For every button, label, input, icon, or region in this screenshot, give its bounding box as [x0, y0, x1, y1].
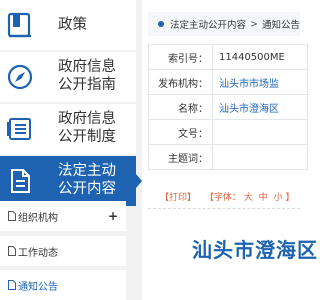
meta-value-publisher: 汕头市市场监 — [212, 69, 308, 95]
file-icon — [8, 246, 16, 256]
nav-item-guide[interactable]: 政府信息 公开指南 — [0, 52, 136, 102]
file-icon — [8, 280, 16, 290]
divider — [148, 208, 300, 209]
article-tools: 【打印】 【字体： 大 中 小 】 — [160, 190, 294, 203]
compass-icon — [3, 60, 37, 94]
table-row: 名称： 汕头市澄海区 — [148, 94, 308, 120]
meta-key-name: 名称： — [148, 94, 213, 120]
article-title: 汕头市澄海区 — [192, 238, 318, 262]
table-row: 发布机构： 汕头市市场监 — [148, 69, 308, 95]
font-size-label: 【字体： — [204, 193, 241, 203]
meta-value-doc-number — [212, 119, 308, 145]
sub-item-notices[interactable]: 通知公告 — [0, 270, 126, 300]
table-row: 索引号： 11440500ME — [148, 44, 308, 70]
meta-value-index: 11440500ME — [212, 44, 308, 70]
meta-value-keywords — [212, 144, 308, 170]
nav-label-system: 政府信息 公开制度 — [58, 111, 116, 145]
nav-item-policy[interactable]: 政策 — [0, 0, 136, 50]
sub-label-notices: 通知公告 — [18, 281, 58, 293]
font-small-link[interactable]: 小 — [274, 193, 283, 203]
meta-value-name: 汕头市澄海区 — [212, 94, 308, 120]
document-icon — [3, 164, 37, 198]
meta-key-keywords: 主题词： — [148, 144, 213, 170]
breadcrumb-item-notices[interactable]: 通知公告 — [262, 17, 300, 31]
print-link[interactable]: 【打印】 — [160, 193, 196, 203]
table-row: 文号： — [148, 119, 308, 145]
expand-plus-icon[interactable]: + — [108, 209, 118, 223]
meta-key-index: 索引号： — [148, 44, 213, 70]
book-icon — [3, 8, 37, 42]
font-size-close: 】 — [285, 193, 295, 203]
meta-key-publisher: 发布机构： — [148, 69, 213, 95]
font-medium-link[interactable]: 中 — [259, 193, 268, 203]
meta-key-doc-number: 文号： — [148, 119, 213, 145]
sub-item-work-news[interactable]: 工作动态 — [0, 236, 126, 266]
font-large-link[interactable]: 大 — [244, 193, 253, 203]
nav-label-active-content: 法定主动 公开内容 — [58, 163, 116, 197]
sidebar: 政策 政府信息 公开指南 政府信息 公开制度 法定主动 公开内容 组织机构 + … — [0, 0, 142, 300]
breadcrumb-separator: > — [250, 18, 258, 30]
breadcrumb: 法定主动公开内容 > 通知公告 — [148, 12, 300, 36]
document-list-icon — [3, 112, 37, 146]
table-row: 主题词： — [148, 144, 308, 170]
nav-item-active-content[interactable]: 法定主动 公开内容 — [0, 156, 142, 206]
nav-label-guide: 政府信息 公开指南 — [58, 59, 116, 93]
breadcrumb-item-active-content[interactable]: 法定主动公开内容 — [170, 17, 246, 31]
sub-item-organization[interactable]: 组织机构 + — [0, 201, 126, 231]
nav-item-system[interactable]: 政府信息 公开制度 — [0, 104, 136, 154]
location-dot-icon — [158, 21, 164, 27]
nav-label-policy: 政策 — [58, 17, 87, 33]
document-meta-table: 索引号： 11440500ME 发布机构： 汕头市市场监 名称： 汕头市澄海区 … — [148, 44, 308, 170]
sub-label-work-news: 工作动态 — [18, 247, 58, 259]
file-icon — [8, 211, 16, 221]
sub-label-organization: 组织机构 — [18, 212, 58, 224]
active-caret-icon — [136, 174, 142, 188]
